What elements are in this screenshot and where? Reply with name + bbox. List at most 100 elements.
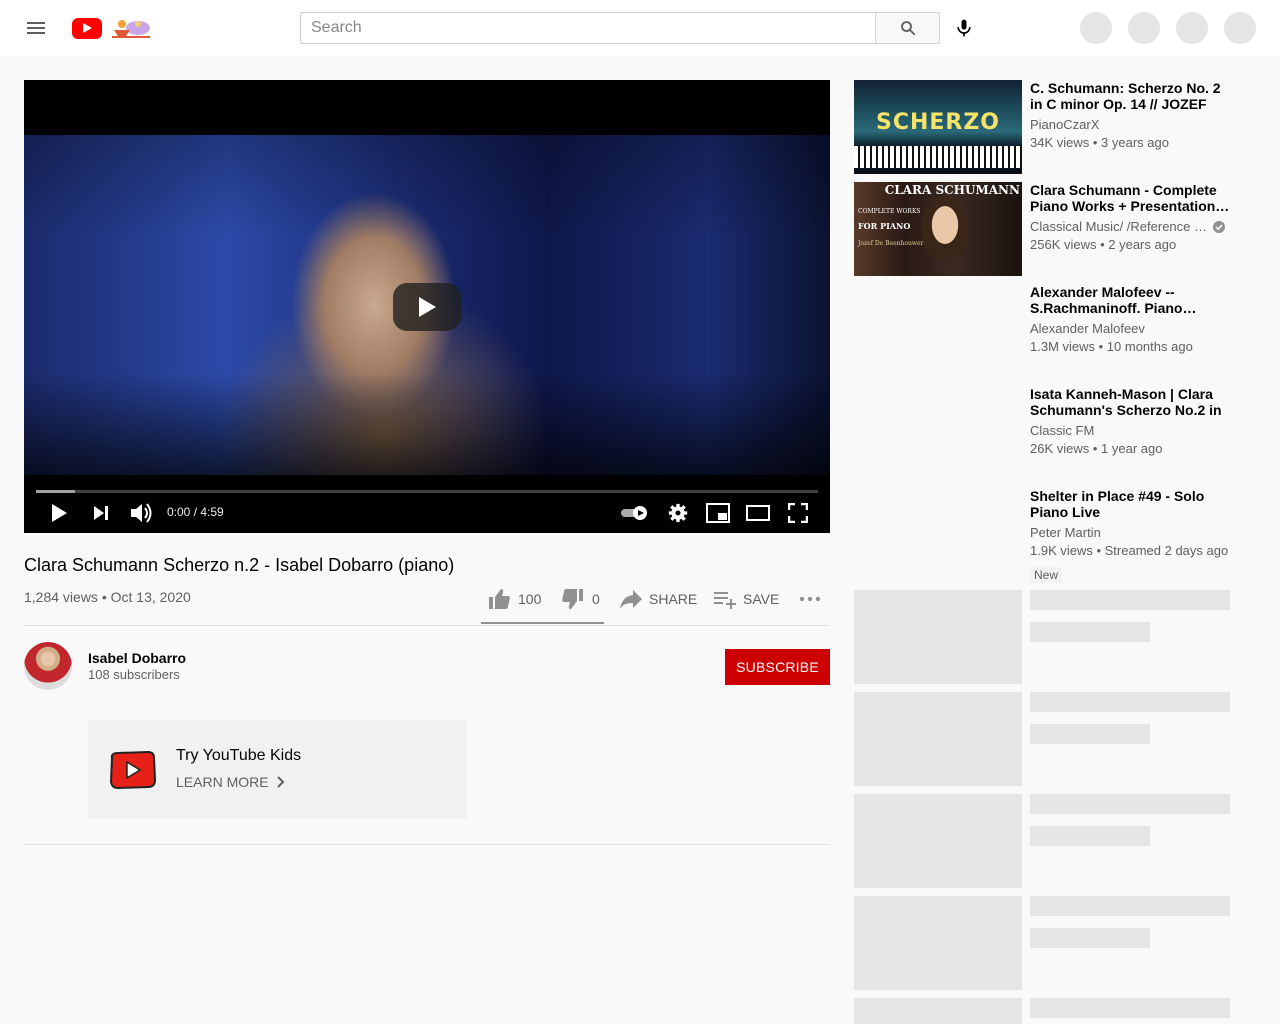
- dislike-count: 0: [592, 591, 600, 607]
- volume-button[interactable]: [126, 500, 156, 526]
- search-placeholder: Search: [311, 19, 362, 36]
- placeholder-line: [1030, 692, 1230, 712]
- save-button[interactable]: SAVE: [713, 586, 779, 612]
- time-display: 0:00 / 4:59: [167, 505, 224, 519]
- recommendation-views: 34K views • 3 years ago: [1030, 135, 1169, 150]
- subscribe-button[interactable]: SUBSCRIBE: [725, 649, 830, 685]
- fullscreen-icon: [788, 503, 808, 523]
- more-horizontal-icon: [799, 596, 821, 602]
- settings-icon: [668, 503, 688, 523]
- youtube-play-logo-icon: [72, 17, 102, 39]
- placeholder-line: [1030, 622, 1150, 642]
- play-button[interactable]: [44, 500, 74, 526]
- fullscreen-button[interactable]: [783, 500, 813, 526]
- recommendation-item[interactable]: CLARA SCHUMANN COMPLETE WORKS FOR PIANO …: [854, 182, 1230, 276]
- subscriber-count: 108 subscribers: [88, 667, 180, 682]
- recommendation-views: 1.3M views • 10 months ago: [1030, 339, 1193, 354]
- masthead: Search: [0, 0, 1280, 56]
- playlist-add-icon: [714, 592, 736, 609]
- placeholder-line: [1030, 998, 1230, 1018]
- placeholder-line: [1030, 794, 1230, 814]
- video-thumbnail[interactable]: CLARA SCHUMANN COMPLETE WORKS FOR PIANO …: [854, 182, 1022, 276]
- placeholder-line: [1030, 724, 1150, 744]
- recommendation-channel: Classical Music/ /Reference …: [1030, 219, 1225, 234]
- recommendation-item[interactable]: Isata Kanneh-Mason | Clara Schumann's Sc…: [854, 386, 1230, 480]
- recommendation-views: 26K views • 1 year ago: [1030, 441, 1163, 456]
- recommendation-channel: Classic FM: [1030, 423, 1094, 438]
- volume-icon: [131, 503, 152, 523]
- youtube-logo[interactable]: [72, 16, 154, 40]
- loading-placeholder: [854, 692, 1230, 786]
- next-button[interactable]: [86, 500, 116, 526]
- mic-button[interactable]: [948, 12, 980, 44]
- portrait-graphic: [922, 198, 968, 258]
- thumbnail-text: CLARA SCHUMANN: [884, 183, 1020, 197]
- video-meta: 1,284 views • Oct 13, 2020: [24, 589, 191, 605]
- video-thumbnail[interactable]: SCHERZO: [854, 80, 1022, 174]
- recommendation-views: 256K views • 2 years ago: [1030, 237, 1177, 252]
- share-button[interactable]: SHARE: [619, 586, 697, 612]
- youtube-kids-promo: Try YouTube Kids LEARN MORE: [88, 720, 467, 819]
- search-input[interactable]: Search: [300, 12, 876, 44]
- like-count: 100: [518, 591, 542, 607]
- verified-check-icon: [1213, 220, 1225, 233]
- thumbnail-line: Jozef De Beenhouwer: [858, 240, 924, 247]
- placeholder-line: [1030, 896, 1230, 916]
- video-thumbnail[interactable]: [854, 284, 1022, 378]
- autoplay-toggle[interactable]: [618, 500, 652, 526]
- settings-button[interactable]: [663, 500, 693, 526]
- video-title: Clara Schumann Scherzo n.2 - Isabel Doba…: [24, 555, 455, 575]
- video-thumbnail[interactable]: [854, 386, 1022, 480]
- header-placeholder-2[interactable]: [1128, 12, 1160, 44]
- promo-title: Try YouTube Kids: [176, 747, 302, 764]
- next-icon: [94, 506, 108, 520]
- doodle-icon: [112, 20, 150, 38]
- placeholder-line: [1030, 590, 1230, 610]
- recommendation-item[interactable]: SCHERZO C. Schumann: Scherzo No. 2 in C …: [854, 80, 1230, 174]
- sentiment-bar: [481, 622, 604, 624]
- learn-more-link[interactable]: LEARN MORE: [176, 774, 285, 790]
- menu-icon[interactable]: [16, 8, 56, 48]
- channel-avatar[interactable]: [24, 642, 72, 690]
- loading-placeholder: [854, 896, 1230, 990]
- save-label: SAVE: [743, 591, 780, 607]
- recommendation-item[interactable]: Alexander Malofeev -- S.Rachmaninoff. Pi…: [854, 284, 1230, 378]
- progress-bar[interactable]: [36, 490, 818, 493]
- share-icon: [620, 590, 642, 609]
- thumbs-down-icon: [562, 589, 583, 609]
- video-thumbnail[interactable]: [854, 488, 1022, 582]
- recommendation-title[interactable]: Shelter in Place #49 - Solo Piano Live: [1030, 488, 1230, 520]
- theater-button[interactable]: [743, 500, 773, 526]
- new-badge: New: [1030, 567, 1063, 583]
- miniplayer-icon: [706, 503, 730, 523]
- video-player[interactable]: 0:00 / 4:59: [24, 80, 830, 533]
- play-icon: [419, 297, 436, 317]
- header-placeholder-4[interactable]: [1224, 12, 1256, 44]
- header-placeholder-1[interactable]: [1080, 12, 1112, 44]
- large-play-button[interactable]: [393, 283, 461, 331]
- search-icon: [900, 21, 915, 36]
- recommendation-item[interactable]: Shelter in Place #49 - Solo Piano Live P…: [854, 488, 1230, 583]
- recommendation-channel: PianoCzarX: [1030, 117, 1099, 132]
- thumbnail-text: SCHERZO: [875, 110, 1001, 135]
- loading-placeholder: [854, 794, 1230, 888]
- search-button[interactable]: [875, 12, 940, 44]
- recommendation-title[interactable]: Clara Schumann - Complete Piano Works + …: [1030, 182, 1230, 214]
- placeholder-line: [1030, 826, 1150, 846]
- thumbs-up-icon: [489, 589, 510, 609]
- more-actions-button[interactable]: [799, 586, 821, 612]
- divider: [24, 625, 830, 626]
- channel-name[interactable]: Isabel Dobarro: [88, 650, 186, 666]
- miniplayer-button[interactable]: [703, 500, 733, 526]
- channel-label: Classical Music/ /Reference …: [1030, 219, 1207, 234]
- learn-more-label: LEARN MORE: [176, 774, 269, 790]
- piano-keys-graphic: [854, 146, 1022, 168]
- recommendation-title[interactable]: Alexander Malofeev -- S.Rachmaninoff. Pi…: [1030, 284, 1230, 316]
- recommendation-title[interactable]: C. Schumann: Scherzo No. 2 in C minor Op…: [1030, 80, 1230, 112]
- play-icon: [52, 504, 67, 522]
- dislike-button[interactable]: 0: [560, 586, 600, 612]
- header-placeholder-3[interactable]: [1176, 12, 1208, 44]
- channel-label: Alexander Malofeev: [1030, 321, 1145, 336]
- recommendation-title[interactable]: Isata Kanneh-Mason | Clara Schumann's Sc…: [1030, 386, 1230, 418]
- like-button[interactable]: 100: [486, 586, 541, 612]
